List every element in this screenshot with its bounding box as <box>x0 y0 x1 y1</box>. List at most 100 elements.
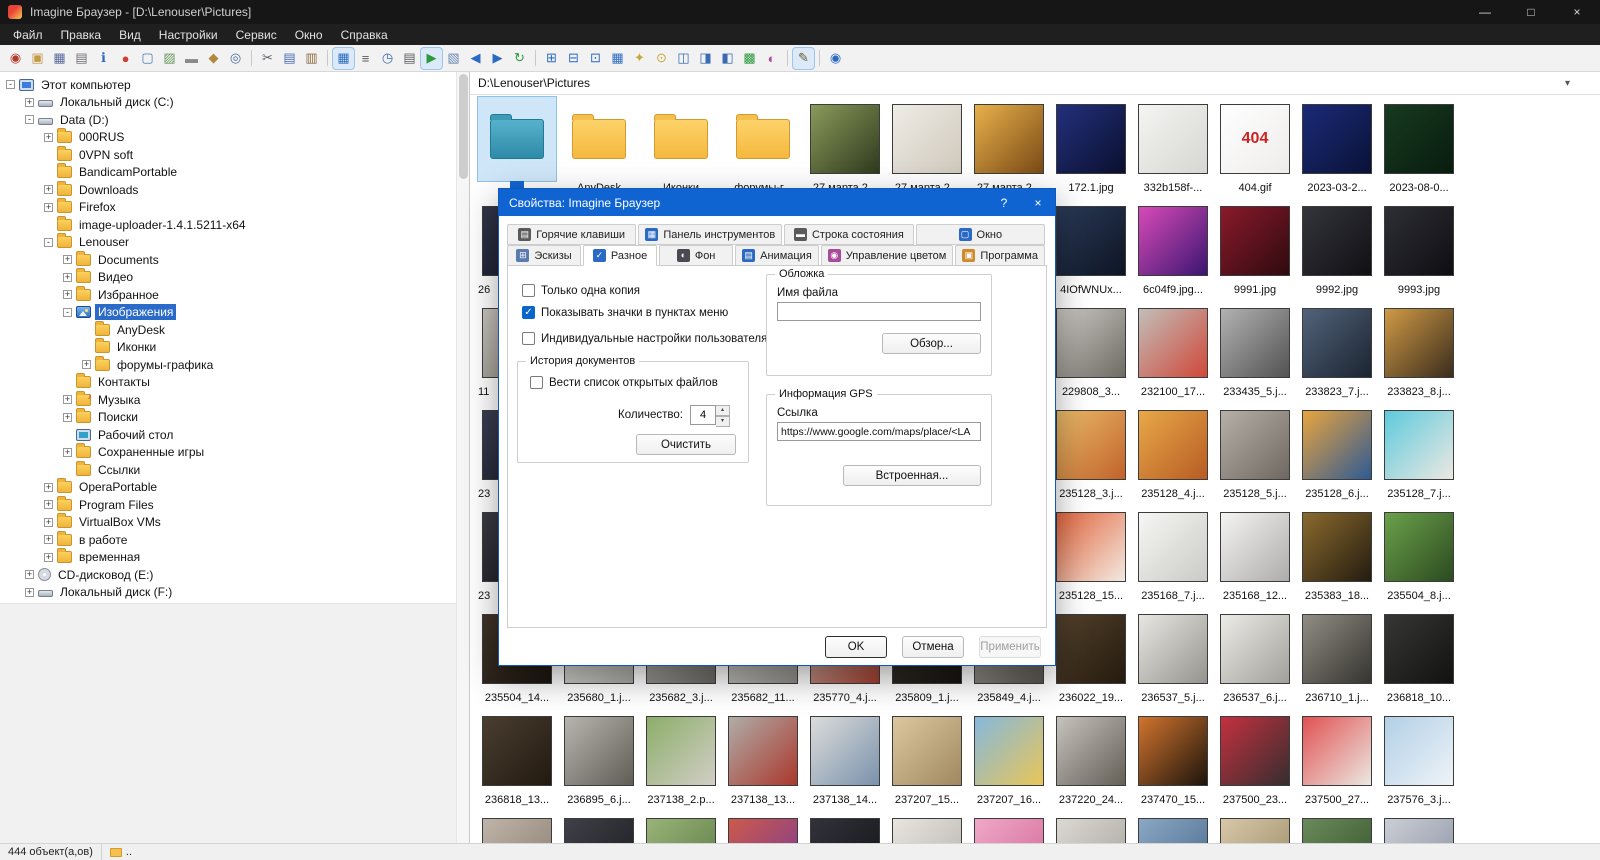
print-button[interactable]: ▤ <box>71 48 92 69</box>
tree-item[interactable]: Рабочий стол <box>0 426 456 444</box>
tree-item[interactable]: -Lenouser <box>0 234 456 252</box>
image-thumbnail[interactable]: 235128_15... <box>1052 505 1130 607</box>
image-thumbnail[interactable] <box>1052 811 1130 843</box>
tree-item[interactable]: +Program Files <box>0 496 456 514</box>
apply-button[interactable]: Применить <box>979 636 1041 658</box>
tree-scrollbar-thumb[interactable] <box>459 74 468 179</box>
expand-icon[interactable]: + <box>25 588 34 597</box>
collapse-icon[interactable]: - <box>25 115 34 124</box>
image-thumbnail[interactable]: 237207_15... <box>888 709 966 811</box>
image-thumbnail[interactable] <box>642 811 720 843</box>
folder-thumbnail[interactable]: Иконки <box>642 97 720 199</box>
expand-icon[interactable]: + <box>63 413 72 422</box>
copy-button[interactable]: ▤ <box>279 48 300 69</box>
tree-item[interactable]: Контакты <box>0 374 456 392</box>
image-thumbnail[interactable] <box>806 811 884 843</box>
image-thumbnail[interactable]: 235168_12... <box>1216 505 1294 607</box>
tab-program[interactable]: ▣Программа <box>955 245 1045 266</box>
user-add-button[interactable]: ◨ <box>695 48 716 69</box>
collapse-icon[interactable]: - <box>6 80 15 89</box>
single-copy-checkbox[interactable]: Только одна копия <box>522 284 640 297</box>
expand-icon[interactable]: + <box>44 535 53 544</box>
menu-settings[interactable]: Настройки <box>150 26 227 44</box>
up-folder-thumbnail[interactable]: .. <box>478 97 556 199</box>
path-bar[interactable]: D:\Lenouser\Pictures ▾ <box>470 72 1600 95</box>
filmstrip-button[interactable]: ▤ <box>399 48 420 69</box>
tree-item[interactable]: +000RUS <box>0 129 456 147</box>
menu-service[interactable]: Сервис <box>227 26 286 44</box>
tree-item[interactable]: -Изображения <box>0 304 456 322</box>
tree-item[interactable]: +OperaPortable <box>0 479 456 497</box>
tree-scrollbar[interactable] <box>456 72 469 843</box>
image-thumbnail[interactable]: 2023-03-2... <box>1298 97 1376 199</box>
tree-item[interactable]: +Documents <box>0 251 456 269</box>
minimize-button[interactable]: — <box>1462 0 1508 24</box>
tab-thumbnails[interactable]: ⊞Эскизы <box>507 245 581 266</box>
image-thumbnail[interactable]: 237220_24... <box>1052 709 1130 811</box>
measure-button[interactable]: ▬ <box>181 48 202 69</box>
menu-view[interactable]: Вид <box>110 26 150 44</box>
tree-item[interactable]: +Downloads <box>0 181 456 199</box>
image-thumbnail[interactable]: 236710_1.j... <box>1298 607 1376 709</box>
tree-item[interactable]: Ссылки <box>0 461 456 479</box>
tree-item[interactable]: +в работе <box>0 531 456 549</box>
tree-item[interactable]: Иконки <box>0 339 456 357</box>
expand-icon[interactable]: + <box>63 255 72 264</box>
dialog-help-button[interactable]: ? <box>987 189 1021 216</box>
colors-button[interactable]: ◐ <box>761 48 782 69</box>
embedded-button[interactable]: Встроенная... <box>843 465 981 486</box>
tree-item[interactable]: +CD-дисковод (E:) <box>0 566 456 584</box>
menu-help[interactable]: Справка <box>332 26 397 44</box>
tags-button[interactable]: ◆ <box>203 48 224 69</box>
image-thumbnail[interactable]: 236818_13... <box>478 709 556 811</box>
tab-toolbar[interactable]: ▦Панель инструментов <box>638 224 782 245</box>
expand-icon[interactable]: + <box>44 185 53 194</box>
tree-item[interactable]: +Локальный диск (C:) <box>0 94 456 112</box>
tree-item[interactable]: +Сохраненные игры <box>0 444 456 462</box>
tree-item[interactable]: BandicamPortable <box>0 164 456 182</box>
favorites-button[interactable]: ✦ <box>629 48 650 69</box>
tree-item[interactable]: image-uploader-1.4.1.5211-x64 <box>0 216 456 234</box>
expand-icon[interactable]: + <box>82 360 91 369</box>
tab-background[interactable]: ◐Фон <box>659 245 733 266</box>
count-spinner[interactable]: ▴ ▾ <box>690 405 730 425</box>
menu-edit[interactable]: Правка <box>52 26 111 44</box>
image-thumbnail[interactable] <box>1298 811 1376 843</box>
chevron-down-icon[interactable]: ▾ <box>1565 78 1570 89</box>
image-thumbnail[interactable]: 237207_16... <box>970 709 1048 811</box>
expand-icon[interactable]: + <box>63 290 72 299</box>
image-thumbnail[interactable]: 237138_14... <box>806 709 884 811</box>
tree-item[interactable]: +временная <box>0 549 456 567</box>
folder-thumbnail[interactable]: форумы-г... <box>724 97 802 199</box>
collapse-icon[interactable]: - <box>63 308 72 317</box>
image-thumbnail[interactable]: 237138_13... <box>724 709 802 811</box>
menu-file[interactable]: Файл <box>4 26 52 44</box>
delete-button[interactable]: ● <box>115 48 136 69</box>
image-thumbnail[interactable] <box>1134 811 1212 843</box>
keys-button[interactable]: ⊙ <box>651 48 672 69</box>
collapse-icon[interactable]: - <box>44 238 53 247</box>
layout-grid-button[interactable]: ⊡ <box>585 48 606 69</box>
user-edit-button[interactable]: ◧ <box>717 48 738 69</box>
tab-color-management[interactable]: ◉Управление цветом <box>821 245 954 266</box>
cut-button[interactable]: ✂ <box>257 48 278 69</box>
expand-icon[interactable]: + <box>63 273 72 282</box>
tab-hotkeys[interactable]: ▤Горячие клавиши <box>507 224 636 245</box>
image-thumbnail[interactable]: 9993.jpg <box>1380 199 1458 301</box>
history-button[interactable]: ◷ <box>377 48 398 69</box>
image-thumbnail[interactable]: 4IOfWNUx... <box>1052 199 1130 301</box>
tree-item[interactable]: +Firefox <box>0 199 456 217</box>
tab-animation[interactable]: ▤Анимация <box>735 245 819 266</box>
expand-icon[interactable]: + <box>63 395 72 404</box>
menu-window[interactable]: Окно <box>286 26 332 44</box>
tree-item[interactable]: +VirtualBox VMs <box>0 514 456 532</box>
expand-icon[interactable]: + <box>44 553 53 562</box>
layout-full-button[interactable]: ▦ <box>607 48 628 69</box>
edit-button[interactable]: ✎ <box>793 48 814 69</box>
preview-button[interactable]: ▧ <box>443 48 464 69</box>
list-view-button[interactable]: ≡ <box>355 48 376 69</box>
image-thumbnail[interactable]: 236895_6.j... <box>560 709 638 811</box>
tab-misc[interactable]: ✓Разное <box>583 245 657 266</box>
image-thumbnail[interactable]: 9991.jpg <box>1216 199 1294 301</box>
image-thumbnail[interactable]: 237138_2.p... <box>642 709 720 811</box>
